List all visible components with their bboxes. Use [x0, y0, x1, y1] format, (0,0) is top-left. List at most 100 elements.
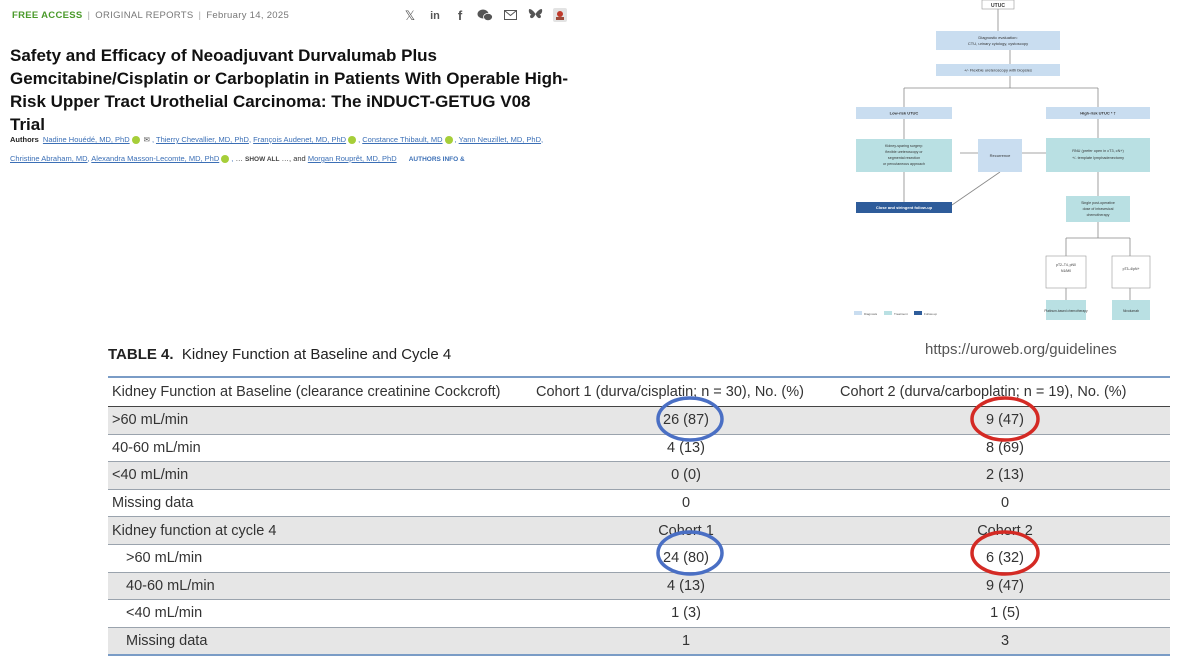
authors-label: Authors: [10, 135, 39, 144]
row-label: Missing data: [108, 627, 532, 657]
wechat-icon[interactable]: [477, 8, 493, 24]
svg-text:or percutaneous approach: or percutaneous approach: [883, 162, 925, 166]
author-link[interactable]: Alexandra Masson-Lecomte, MD, PhD: [91, 154, 219, 163]
article-meta: FREE ACCESS | ORIGINAL REPORTS | February 14…: [12, 10, 290, 21]
orcid-icon[interactable]: [444, 136, 453, 145]
kidney-function-table: Kidney Function at Baseline (clearance c…: [108, 376, 1170, 657]
svg-text:RNU (prefer open in cT3, cN+): RNU (prefer open in cT3, cN+): [1072, 149, 1124, 153]
table-row: Missing data 0 0: [108, 489, 1170, 518]
mendeley-icon[interactable]: [552, 8, 568, 24]
svg-text:flexible ureteroscopy or: flexible ureteroscopy or: [885, 150, 923, 154]
bluesky-icon[interactable]: [527, 8, 543, 24]
svg-text:dose of intravesical: dose of intravesical: [1083, 207, 1114, 211]
cohort1-cell: 26 (87): [532, 406, 836, 435]
author-link[interactable]: Morgan Rouprêt, MD, PhD: [308, 154, 397, 163]
svg-text:Follow-up: Follow-up: [924, 312, 937, 316]
author-link[interactable]: Yann Neuzillet, MD, PhD: [459, 135, 541, 144]
row-label: >60 mL/min: [108, 544, 532, 573]
cohort1-cell: 0: [532, 489, 836, 518]
table-number: TABLE 4.: [108, 346, 174, 363]
table-row: 40-60 mL/min 4 (13) 9 (47): [108, 572, 1170, 601]
row-label: 40-60 mL/min: [108, 572, 532, 601]
svg-text:Recurrence: Recurrence: [990, 153, 1011, 158]
cohort1-cell: 1: [532, 627, 836, 657]
row-label: 40-60 mL/min: [108, 434, 532, 463]
svg-text:Single post-operative: Single post-operative: [1081, 201, 1115, 205]
svg-text:+/- Flexible ureteroscopy with: +/- Flexible ureteroscopy with biopsies: [964, 68, 1032, 73]
show-all-authors-button[interactable]: SHOW ALL: [245, 156, 279, 163]
column-header: Cohort 1 (durva/cisplatin; n = 30), No. …: [532, 376, 836, 407]
cohort1-cell: 24 (80): [532, 544, 836, 573]
email-icon[interactable]: [502, 8, 518, 24]
row-label: <40 mL/min: [108, 461, 532, 490]
svg-text:Diagnostic evaluation:: Diagnostic evaluation:: [978, 35, 1017, 40]
authors-info-button[interactable]: AUTHORS INFO &: [409, 156, 465, 163]
article-type: ORIGINAL REPORTS: [95, 10, 194, 21]
row-label: >60 mL/min: [108, 406, 532, 435]
share-bar: 𝕏 in f: [402, 8, 568, 24]
cohort2-cell: 9 (47): [836, 572, 1170, 601]
svg-text:segmental resection: segmental resection: [888, 156, 920, 160]
cohort1-cell: 4 (13): [532, 572, 836, 601]
cohort1-cell: Cohort 1: [532, 516, 836, 545]
facebook-icon[interactable]: f: [452, 8, 468, 24]
svg-text:Low-risk UTUC: Low-risk UTUC: [890, 111, 919, 116]
row-label: Missing data: [108, 489, 532, 518]
cohort1-cell: 0 (0): [532, 461, 836, 490]
cohort2-cell: Cohort 2: [836, 516, 1170, 545]
cohort2-cell: 9 (47): [836, 406, 1170, 435]
svg-text:Close and stringent follow-up: Close and stringent follow-up: [876, 205, 933, 210]
svg-text:pT2–T4, pN0: pT2–T4, pN0: [1056, 263, 1076, 267]
cohort1-cell: 4 (13): [532, 434, 836, 463]
svg-text:Treatment: Treatment: [894, 312, 908, 316]
table-row: Missing data 1 3: [108, 627, 1170, 657]
cohort1-cell: 1 (3): [532, 599, 836, 628]
table-row: >60 mL/min 24 (80) 6 (32): [108, 544, 1170, 573]
column-header: Kidney Function at Baseline (clearance c…: [108, 376, 532, 407]
article-title: Safety and Efficacy of Neoadjuvant Durva…: [10, 46, 569, 135]
cohort2-cell: 8 (69): [836, 434, 1170, 463]
author-link[interactable]: Nadine Houédé, MD, PhD: [43, 135, 130, 144]
table-row: Kidney function at cycle 4 Cohort 1 Coho…: [108, 516, 1170, 545]
orcid-icon[interactable]: [348, 136, 357, 145]
table-header-row: Kidney Function at Baseline (clearance c…: [108, 376, 1170, 407]
svg-text:CTU, urinary cytology, cystosc: CTU, urinary cytology, cystoscopy: [968, 41, 1028, 46]
table-row: >60 mL/min 26 (87) 9 (47): [108, 406, 1170, 435]
row-label: <40 mL/min: [108, 599, 532, 628]
author-link[interactable]: Thierry Chevallier, MD, PhD: [156, 135, 249, 144]
table-row: 40-60 mL/min 4 (13) 8 (69): [108, 434, 1170, 463]
guidelines-url: https://uroweb.org/guidelines: [925, 341, 1117, 358]
cohort2-cell: 0: [836, 489, 1170, 518]
email-icon[interactable]: ✉: [144, 135, 150, 144]
linkedin-icon[interactable]: in: [427, 8, 443, 24]
utuc-flowchart: UTUC Diagnostic evaluation: CTU, urinary…: [854, 0, 1151, 320]
table-title: Kidney Function at Baseline and Cycle 4: [181, 346, 452, 363]
x-icon[interactable]: 𝕏: [402, 8, 418, 24]
publish-date: February 14, 2025: [206, 10, 290, 21]
column-header: Cohort 2 (durva/carboplatin; n = 19), No…: [836, 376, 1170, 407]
cohort2-cell: 1 (5): [836, 599, 1170, 628]
author-list: Authors Nadine Houédé, MD, PhD ✉, Thierry…: [10, 135, 544, 164]
cohort2-cell: 6 (32): [836, 544, 1170, 573]
orcid-icon[interactable]: [131, 136, 140, 145]
svg-text:High-risk UTUC * †: High-risk UTUC * †: [1080, 111, 1116, 116]
table-row: <40 mL/min 1 (3) 1 (5): [108, 599, 1170, 628]
cohort2-cell: 3: [836, 627, 1170, 657]
svg-text:Diagnosis: Diagnosis: [864, 312, 878, 316]
table-caption: TABLE 4. Kidney Function at Baseline and…: [108, 346, 451, 363]
svg-text:Nivolumab: Nivolumab: [1123, 309, 1139, 313]
svg-text:Platinum-based chemotherapy: Platinum-based chemotherapy: [1044, 309, 1088, 313]
author-link[interactable]: Constance Thibault, MD: [362, 135, 442, 144]
svg-text:N1/M0: N1/M0: [1061, 269, 1071, 273]
orcid-icon[interactable]: [221, 155, 230, 164]
flow-top: UTUC: [991, 3, 1005, 9]
author-link[interactable]: Christine Abraham, MD: [10, 154, 88, 163]
svg-text:Kidney-sparing surgery:: Kidney-sparing surgery:: [885, 144, 923, 148]
free-access-badge: FREE ACCESS: [12, 10, 83, 21]
cohort2-cell: 2 (13): [836, 461, 1170, 490]
svg-text:+/- template lymphadenectomy: +/- template lymphadenectomy: [1072, 156, 1124, 160]
table-row: <40 mL/min 0 (0) 2 (13): [108, 461, 1170, 490]
row-label: Kidney function at cycle 4: [108, 516, 532, 545]
author-link[interactable]: François Audenet, MD, PhD: [253, 135, 346, 144]
svg-text:chemotherapy: chemotherapy: [1087, 213, 1110, 217]
